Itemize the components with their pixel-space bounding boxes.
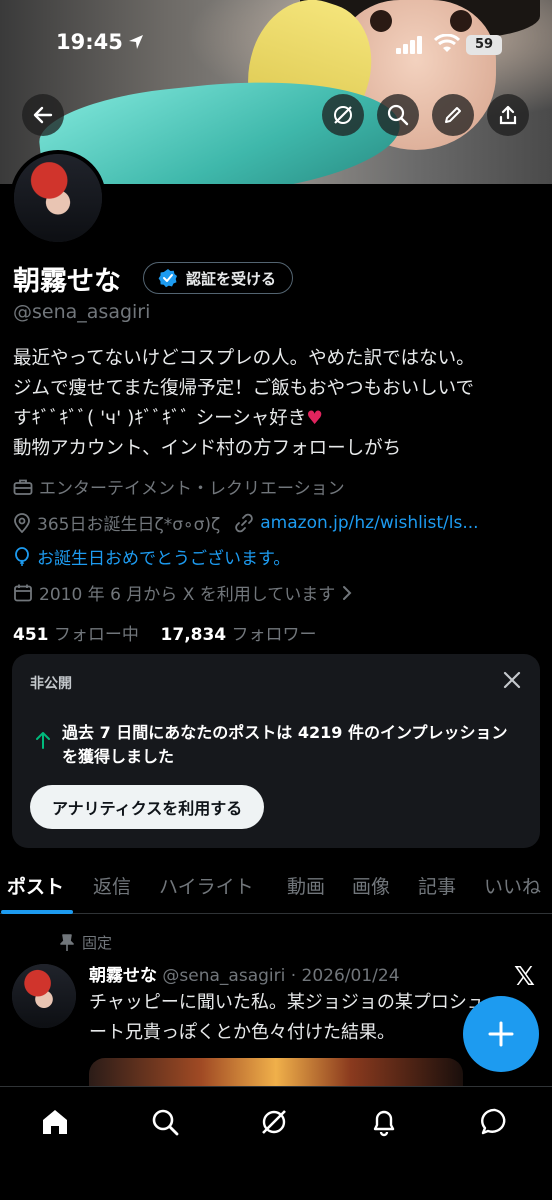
profile-name: 朝霧せな xyxy=(13,266,121,297)
tab-posts[interactable]: ポスト xyxy=(7,872,64,899)
tab-likes[interactable]: いいね xyxy=(484,872,541,899)
tab-images[interactable]: 画像 xyxy=(352,872,390,899)
nav-search[interactable] xyxy=(148,1105,182,1139)
wifi-icon xyxy=(434,34,460,52)
following-link[interactable]: 451 フォロー中 xyxy=(13,625,139,645)
search-icon xyxy=(152,1109,179,1136)
bio-line: 動物アカウント、インド村の方フォローしがち xyxy=(13,438,402,459)
messages-icon xyxy=(481,1108,506,1135)
followers-label: フォロワー xyxy=(231,625,317,645)
search-icon xyxy=(387,104,409,126)
nav-home[interactable] xyxy=(38,1105,72,1139)
tab-articles[interactable]: 記事 xyxy=(418,872,456,899)
close-icon[interactable] xyxy=(502,670,522,690)
arrow-up-icon xyxy=(36,732,50,749)
tab-videos[interactable]: 動画 xyxy=(287,872,325,899)
follow-counts: 451 フォロー中 17,834 フォロワー xyxy=(13,620,317,645)
edit-button[interactable] xyxy=(432,94,474,136)
followers-count: 17,834 xyxy=(160,625,227,645)
pinned-indicator: 固定 xyxy=(60,932,112,953)
search-button[interactable] xyxy=(377,94,419,136)
back-icon xyxy=(33,106,53,124)
tab-replies[interactable]: 返信 xyxy=(93,872,131,899)
pin-icon xyxy=(60,933,74,951)
birthday-row: お誕生日おめでとうございます。 xyxy=(13,544,290,569)
impressions-message: 過去 7 日間にあなたのポストは 4219 件のインプレッションを獲得しました xyxy=(62,723,508,766)
profile-handle: @sena_asagiri xyxy=(13,301,151,323)
location-link-row: 365日お誕生日ζ*σ∘σ)ζ amazon.jp/hz/wishlist/ls… xyxy=(13,510,479,535)
tweet-text: チャッピーに聞いた私。某ジョジョの某プロシュート兄貴っぽくとか色々付けた結果。 xyxy=(89,992,485,1043)
nav-notifications[interactable] xyxy=(367,1105,401,1139)
nav-grok[interactable] xyxy=(257,1105,291,1139)
signal-icon xyxy=(396,36,422,54)
tweet-header: 朝霧せな @sena_asagiri · 2026/01/24 xyxy=(89,961,400,986)
pinned-label: 固定 xyxy=(82,934,113,952)
joined-date: 2010 年 6 月から X を利用しています xyxy=(39,585,336,605)
following-count: 451 xyxy=(13,625,49,645)
grok-button[interactable] xyxy=(322,94,364,136)
grok-icon xyxy=(262,1110,286,1134)
tab-highlights[interactable]: ハイライト xyxy=(159,872,254,899)
get-verified-button[interactable]: 認証を受ける xyxy=(143,262,294,294)
location-icon xyxy=(14,512,30,533)
tweet-avatar[interactable] xyxy=(12,964,76,1028)
x-logo-icon: 𝕏 xyxy=(514,962,535,992)
following-label: フォロー中 xyxy=(53,625,139,645)
active-tab-indicator xyxy=(1,910,73,914)
heart-emoji: ♥ xyxy=(306,408,323,429)
birthday-text: お誕生日おめでとうございます。 xyxy=(37,549,291,569)
analytics-button[interactable]: アナリティクスを利用する xyxy=(30,785,265,829)
chevron-right-icon xyxy=(343,585,352,600)
home-icon xyxy=(43,1110,67,1134)
share-icon xyxy=(499,105,517,125)
link-icon xyxy=(235,513,254,532)
profile-tabs: ポスト 返信 ハイライト 動画 画像 記事 いいね xyxy=(0,862,552,914)
share-button[interactable] xyxy=(487,94,529,136)
bio-line: すｷﾞﾞｷﾞﾞ( 'ч' )ｷﾞﾞｷﾞﾞ シーシャ好き xyxy=(13,408,307,429)
category-row: エンターテイメント・レクリエーション xyxy=(13,474,345,499)
location-arrow-icon xyxy=(129,35,143,49)
card-title: 非公開 xyxy=(30,676,72,692)
grok-icon xyxy=(334,106,352,124)
battery-indicator: 59 xyxy=(466,35,502,55)
profile-location: 365日お誕生日ζ*σ∘σ)ζ xyxy=(37,515,221,535)
followers-link[interactable]: 17,834 フォロワー xyxy=(161,625,317,645)
profile-avatar[interactable] xyxy=(10,150,106,246)
compose-button[interactable] xyxy=(463,996,539,1072)
private-analytics-card: 非公開 過去 7 日間にあなたのポストは 4219 件のインプレッションを獲得し… xyxy=(12,654,540,848)
back-button[interactable] xyxy=(22,94,64,136)
tweet-meta: @sena_asagiri · 2026/01/24 xyxy=(162,966,400,986)
bio-line: ジムで痩せてまた復帰予定！ご飯もおやつもおいしいで xyxy=(13,378,475,399)
status-bar: 19:45 59 xyxy=(0,26,552,66)
joined-row[interactable]: 2010 年 6 月から X を利用しています xyxy=(13,580,353,605)
briefcase-icon xyxy=(13,479,33,495)
verified-badge-icon xyxy=(158,269,177,288)
bottom-navigation xyxy=(0,1086,552,1200)
tweet-author[interactable]: 朝霧せな xyxy=(89,966,157,986)
profile-bio: 最近やってないけどコスプレの人。やめた訳ではない。 ジムで痩せてまた復帰予定！ご… xyxy=(13,344,543,464)
edit-icon xyxy=(445,107,461,123)
notifications-icon xyxy=(373,1110,395,1137)
balloon-icon xyxy=(15,546,29,566)
status-time: 19:45 xyxy=(56,30,123,54)
profile-link[interactable]: amazon.jp/hz/wishlist/ls... xyxy=(260,513,478,533)
nav-messages[interactable] xyxy=(478,1105,512,1139)
profile-category: エンターテイメント・レクリエーション xyxy=(39,479,345,499)
plus-icon xyxy=(488,1021,514,1047)
get-verified-label: 認証を受ける xyxy=(186,269,277,288)
calendar-icon xyxy=(14,584,32,601)
bio-line: 最近やってないけどコスプレの人。やめた訳ではない。 xyxy=(13,348,475,369)
